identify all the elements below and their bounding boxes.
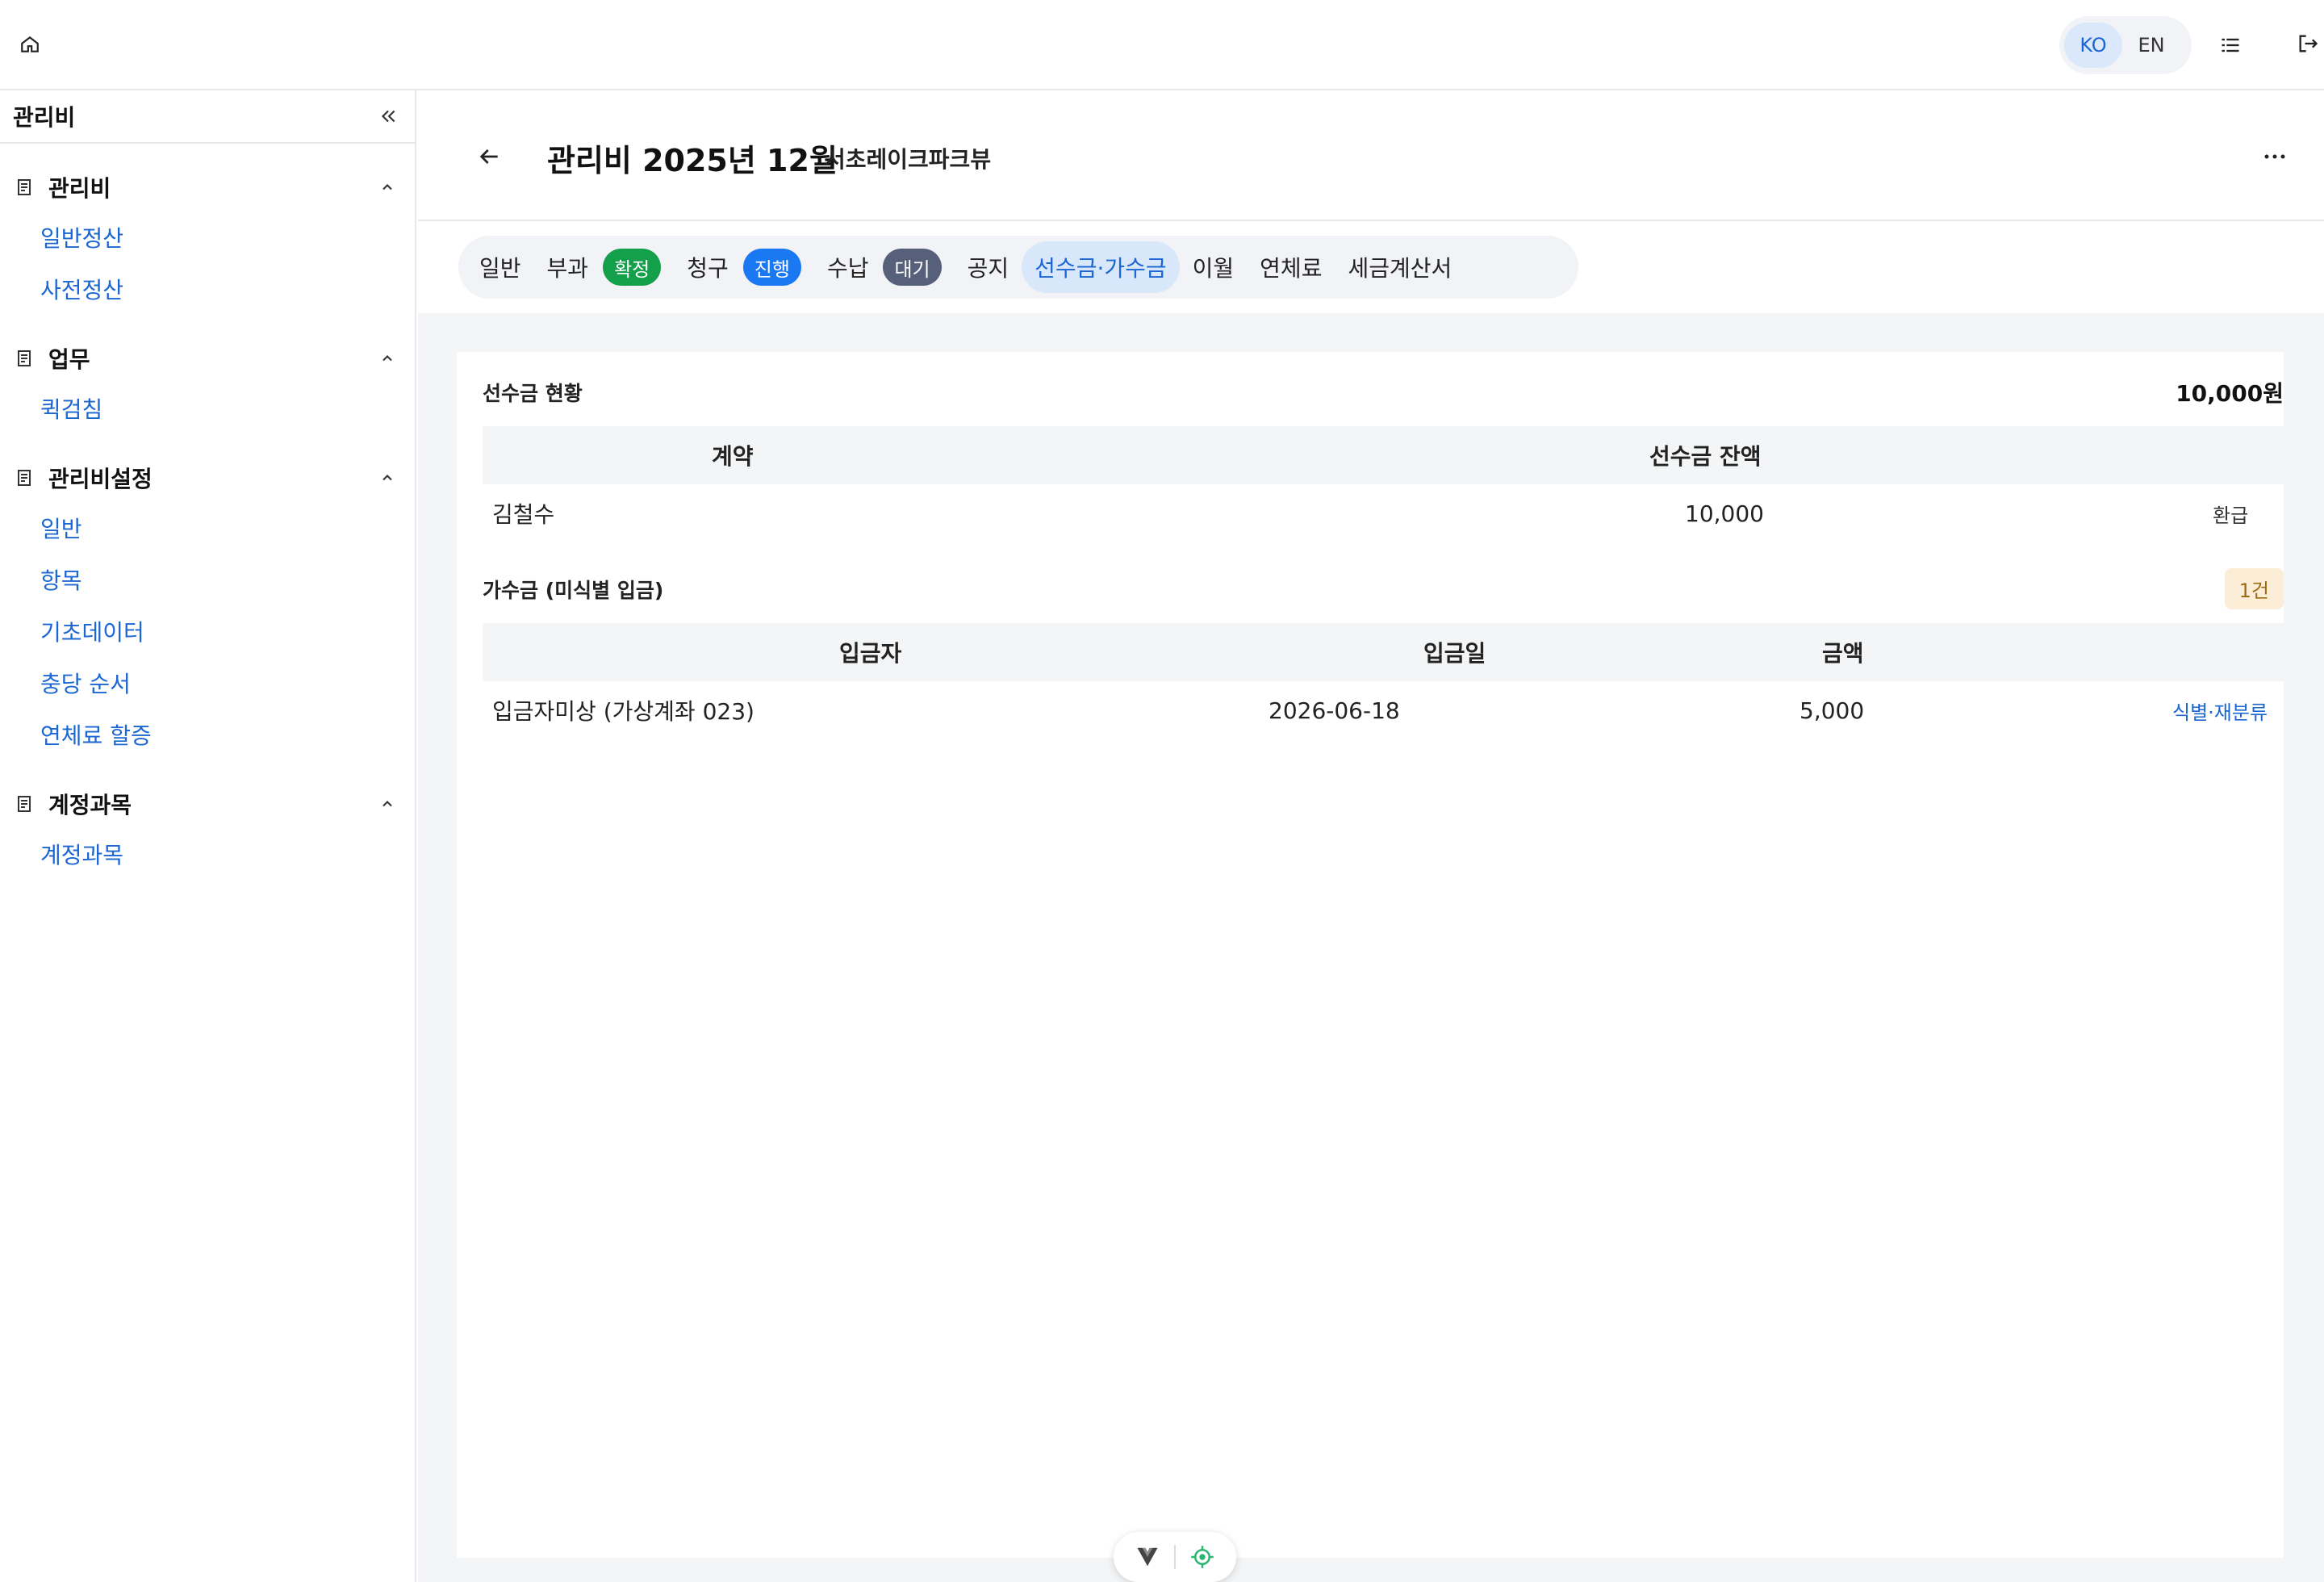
sidebar-title: 관리비 [13,104,76,131]
sidebar-item-accounts[interactable]: 계정과목 [0,828,415,880]
sidebar-group-label: 계정과목 [48,792,132,818]
sidebar-item-items[interactable]: 항목 [0,554,415,605]
prepaid-section-header: 선수금 현황 10,000원 [483,376,2284,408]
crosshair-icon[interactable] [1190,1545,1214,1569]
chevron-up-icon[interactable] [379,179,395,195]
tab-general[interactable]: 일반 [466,241,534,293]
page-header: 관리비 2025년 12월 서초레이크파크뷰 [418,90,2324,221]
sidebar-header: 관리비 [0,90,415,144]
sidebar-group-fees: 관리비 일반정산 사전정산 [0,163,415,315]
vue-logo-icon[interactable] [1135,1545,1160,1569]
content-card: 선수금 현황 10,000원 계약 선수금 잔액 김철수 10,000 환급 가… [457,352,2284,1558]
divider [1174,1545,1176,1569]
sidebar-item-quick-reading[interactable]: 퀵검침 [0,383,415,434]
sidebar: 관리비 관리비 일반정산 사전정산 업무 퀵검침 관리비설정 일반 항목 기초데… [0,90,416,1582]
section-title: 선수금 현황 [483,382,583,405]
home-icon[interactable] [19,34,40,55]
tab-bar-area: 일반 부과 확정 청구 진행 수납 대기 공지 선수금·가수금 이월 연체료 세금계산… [418,221,2324,313]
document-icon [18,350,31,366]
count-badge: 1건 [2224,568,2284,609]
sidebar-item-general-settlement[interactable]: 일반정산 [0,211,415,263]
tab-label: 수납 [826,255,869,282]
tab-label: 부과 [546,255,589,282]
amount-cell: 5,000 [1799,697,1865,724]
sidebar-group-accounts: 계정과목 계정과목 [0,780,415,880]
section-title: 가수금 (미식별 입금) [483,578,664,602]
sidebar-group-header[interactable]: 관리비설정 [0,454,415,502]
top-bar: KO EN [0,0,2324,90]
sidebar-item-late-fee-surcharge[interactable]: 연체료 할증 [0,709,415,760]
document-icon [18,796,31,812]
arrow-left-icon[interactable] [476,144,502,170]
status-badge: 대기 [883,249,942,286]
suspense-table-header: 입금자 입금일 금액 [483,623,2284,681]
tab-prepaid-suspense[interactable]: 선수금·가수금 [1022,241,1180,293]
tab-tax-invoice[interactable]: 세금계산서 [1335,241,1465,293]
more-horizontal-icon[interactable] [2263,149,2287,165]
sidebar-item-general[interactable]: 일반 [0,502,415,554]
double-chevron-left-icon[interactable] [378,106,399,127]
chevron-up-icon[interactable] [379,350,395,366]
column-header: 계약 [712,443,754,470]
column-header: 선수금 잔액 [1649,443,1762,470]
table-row: 입금자미상 (가상계좌 023) 2026-06-18 5,000 식별·재분류 [483,681,2284,739]
sidebar-group-fee-settings: 관리비설정 일반 항목 기초데이터 충당 순서 연체료 할증 [0,454,415,760]
table-row: 김철수 10,000 환급 [483,484,2284,542]
sidebar-group-label: 관리비 [48,175,111,202]
sidebar-item-allocation-order[interactable]: 충당 순서 [0,657,415,709]
tab-late-fee[interactable]: 연체료 [1247,241,1335,293]
sidebar-group-header[interactable]: 관리비 [0,163,415,211]
column-header: 입금일 [1423,640,1486,667]
chevron-up-icon[interactable] [379,796,395,812]
sidebar-group-work: 업무 퀵검침 [0,334,415,434]
sidebar-item-base-data[interactable]: 기초데이터 [0,605,415,657]
lang-ko-button[interactable]: KO [2064,23,2122,68]
sidebar-group-header[interactable]: 업무 [0,334,415,383]
tab-collection[interactable]: 수납 대기 [814,241,955,293]
tab-label: 청구 [687,255,729,282]
status-badge: 확정 [603,249,662,286]
logout-icon[interactable] [2297,32,2319,55]
balance-cell: 10,000 [1685,500,1764,527]
prepaid-total: 10,000원 [2176,380,2284,407]
chevron-up-icon[interactable] [379,470,395,486]
lang-en-button[interactable]: EN [2122,23,2180,68]
tab-label: 일반 [479,255,521,282]
devtools-toolbar [1114,1532,1236,1582]
column-header: 금액 [1822,640,1864,667]
sidebar-group-label: 업무 [48,346,90,373]
refund-button[interactable]: 환급 [2213,484,2248,542]
tab-levy[interactable]: 부과 확정 [534,241,675,293]
suspense-section-header: 가수금 (미식별 입금) 1건 [483,568,2284,609]
status-badge: 진행 [742,249,801,286]
tab-label: 연체료 [1260,255,1323,282]
sidebar-group-header[interactable]: 계정과목 [0,780,415,828]
tab-notice[interactable]: 공지 [955,241,1022,293]
deposit-date-cell: 2026-06-18 [1269,697,1400,724]
list-icon[interactable] [2219,34,2242,56]
depositor-cell: 입금자미상 (가상계좌 023) [492,698,754,725]
tab-label: 공지 [967,255,1009,282]
sidebar-group-label: 관리비설정 [48,466,153,492]
tab-label: 선수금·가수금 [1035,255,1167,282]
contract-cell: 김철수 [492,501,555,528]
tab-label: 세금계산서 [1348,255,1452,282]
tab-bar: 일반 부과 확정 청구 진행 수납 대기 공지 선수금·가수금 이월 연체료 세금계산… [458,236,1578,299]
document-icon [18,179,31,195]
tab-carryover[interactable]: 이월 [1180,241,1248,293]
tab-billing[interactable]: 청구 진행 [674,241,814,293]
language-toggle: KO EN [2059,16,2192,74]
main-content: 관리비 2025년 12월 서초레이크파크뷰 일반 부과 확정 청구 진행 수납 대기… [418,90,2324,1582]
column-header: 입금자 [839,640,902,667]
tab-label: 이월 [1192,255,1235,282]
page-subtitle: 서초레이크파크뷰 [825,146,992,173]
page-title: 관리비 2025년 12월 [547,143,838,178]
identify-reclassify-link[interactable]: 식별·재분류 [2172,681,2268,739]
document-icon [18,470,31,486]
sidebar-item-pre-settlement[interactable]: 사전정산 [0,263,415,315]
prepaid-table-header: 계약 선수금 잔액 [483,426,2284,484]
